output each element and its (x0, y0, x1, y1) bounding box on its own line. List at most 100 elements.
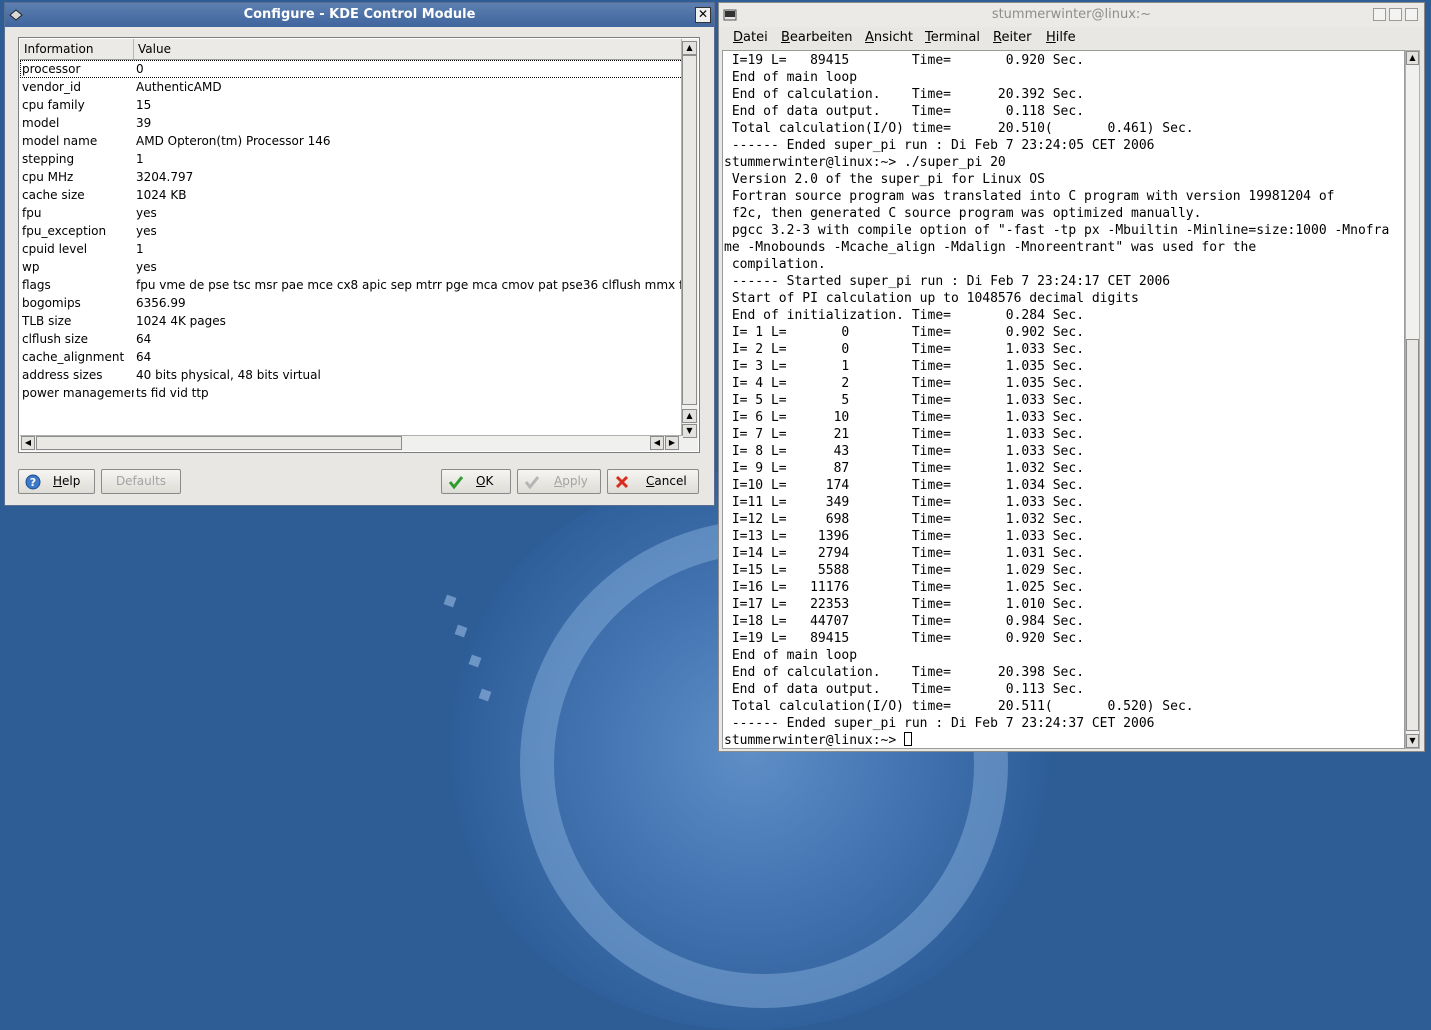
row-information-cell: power managemen (22, 386, 134, 400)
vertical-scroll-thumb[interactable] (682, 55, 697, 405)
table-row[interactable]: model name AMD Opteron(tm) Processor 146 (20, 132, 683, 150)
table-row[interactable]: vendor_id AuthenticAMD (20, 78, 683, 96)
menu-bearbeiten[interactable]: Bearbeiten (781, 27, 852, 49)
scroll-up-arrow-icon[interactable]: ▲ (682, 409, 697, 423)
terminal-line: me -Mnobounds -Mcache_align -Mdalign -Mn… (724, 240, 1257, 255)
terminal-scrollbar[interactable]: ▲ ▼ (1405, 50, 1420, 749)
maximize-icon[interactable] (1389, 8, 1402, 21)
konsole-menubar: Datei Bearbeiten Ansicht Terminal Reiter… (719, 27, 1424, 49)
cancel-button[interactable]: Cancel (607, 469, 699, 494)
help-button[interactable]: ? Help (18, 469, 95, 494)
terminal-line: I=12 L= 698 Time= 1.032 Sec. (724, 512, 1085, 527)
column-header-value[interactable]: Value (134, 39, 683, 59)
scroll-left-arrow-icon[interactable]: ◀ (21, 436, 35, 450)
defaults-button-label: Defaults (115, 474, 167, 488)
desktop-dot (454, 624, 468, 638)
terminal-line: End of calculation. Time= 20.392 Sec. (724, 87, 1085, 102)
table-row[interactable]: model 39 (20, 114, 683, 132)
terminal-line: stummerwinter@linux:~> ./super_pi 20 (724, 155, 1006, 170)
menu-reiter[interactable]: Reiter (993, 27, 1032, 49)
row-information-cell: cache size (22, 188, 85, 202)
kcm-titlebar[interactable]: Configure - KDE Control Module ✕ (5, 3, 714, 27)
ok-button-label: OK (476, 474, 494, 488)
close-icon[interactable] (1405, 8, 1418, 21)
scroll-left-arrow-icon[interactable]: ◀ (650, 436, 664, 450)
row-value-cell: fpu vme de pse tsc msr pae mce cx8 apic … (136, 278, 681, 292)
table-row[interactable]: address sizes 40 bits physical, 48 bits v… (20, 366, 683, 384)
close-icon[interactable]: ✕ (695, 7, 711, 23)
table-row[interactable]: fpu yes (20, 204, 683, 222)
terminal-line: I=19 L= 89415 Time= 0.920 Sec. (724, 631, 1085, 646)
kcm-dialog: Configure - KDE Control Module ✕ Informa… (4, 2, 715, 506)
horizontal-scrollbar[interactable]: ◀ ◀ ▶ (20, 435, 683, 451)
row-value-cell: AuthenticAMD (136, 80, 222, 94)
row-value-cell: 0 (136, 62, 144, 76)
scroll-right-arrow-icon[interactable]: ▶ (665, 436, 679, 450)
terminal-line: I= 6 L= 10 Time= 1.033 Sec. (724, 410, 1085, 425)
help-button-label: Help (53, 474, 81, 488)
row-information-cell: clflush size (22, 332, 89, 346)
terminal-line: f2c, then generated C source program was… (724, 206, 1202, 221)
table-row[interactable]: cache size 1024 KB (20, 186, 683, 204)
terminal-line: Total calculation(I/O) time= 20.510( 0.4… (724, 121, 1194, 136)
menu-hilfe[interactable]: Hilfe (1046, 27, 1076, 49)
horizontal-scroll-thumb[interactable] (36, 436, 402, 450)
ok-button[interactable]: OK (441, 469, 511, 494)
konsole-titlebar[interactable]: stummerwinter@linux:~ (719, 3, 1424, 27)
terminal-line: I= 2 L= 0 Time= 1.033 Sec. (724, 342, 1085, 357)
scroll-down-arrow-icon[interactable]: ▼ (1406, 734, 1419, 748)
row-information-cell: model (22, 116, 60, 130)
table-row[interactable]: clflush size 64 (20, 330, 683, 348)
table-row[interactable]: bogomips 6356.99 (20, 294, 683, 312)
row-value-cell: ts fid vid ttp (136, 386, 209, 400)
table-row[interactable]: wp yes (20, 258, 683, 276)
row-information-cell: vendor_id (22, 80, 81, 94)
table-row[interactable]: stepping 1 (20, 150, 683, 168)
info-listview[interactable]: Information Value processor 0 vendor_id Aut… (18, 37, 700, 453)
terminal-icon[interactable] (723, 8, 737, 22)
listview-rows: processor 0 vendor_id AuthenticAMD cpu famil… (20, 60, 683, 435)
scroll-up-arrow-icon[interactable]: ▲ (1406, 51, 1419, 65)
minimize-icon[interactable] (1373, 8, 1386, 21)
scroll-down-arrow-icon[interactable]: ▼ (682, 424, 697, 438)
terminal-line: I=17 L= 22353 Time= 1.010 Sec. (724, 597, 1085, 612)
table-row[interactable]: TLB size 1024 4K pages (20, 312, 683, 330)
table-row[interactable]: cpu MHz 3204.797 (20, 168, 683, 186)
row-information-cell: TLB size (22, 314, 72, 328)
menu-terminal[interactable]: Terminal (925, 27, 980, 49)
terminal-line: I=11 L= 349 Time= 1.033 Sec. (724, 495, 1085, 510)
terminal-line: End of calculation. Time= 20.398 Sec. (724, 665, 1085, 680)
scroll-up-arrow-icon[interactable]: ▲ (682, 41, 697, 55)
table-row[interactable]: fpu_exception yes (20, 222, 683, 240)
row-value-cell: 39 (136, 116, 152, 130)
row-information-cell: processor (22, 62, 81, 76)
menu-datei[interactable]: Datei (733, 27, 768, 49)
defaults-button[interactable]: Defaults (101, 469, 181, 494)
terminal-line: Fortran source program was translated in… (724, 189, 1335, 204)
terminal-prompt-line[interactable]: stummerwinter@linux:~> (724, 732, 1389, 748)
terminal-line: Version 2.0 of the super_pi for Linux OS (724, 172, 1045, 187)
terminal-line: I= 4 L= 2 Time= 1.035 Sec. (724, 376, 1085, 391)
column-header-information[interactable]: Information (20, 39, 134, 59)
apply-button[interactable]: Apply (517, 469, 601, 494)
table-row[interactable]: cpu family 15 (20, 96, 683, 114)
konsole-window: stummerwinter@linux:~ Datei Bearbeiten A… (718, 2, 1425, 752)
menu-ansicht[interactable]: Ansicht (865, 27, 913, 49)
row-information-cell: bogomips (22, 296, 81, 310)
terminal-output[interactable]: I=19 L= 89415 Time= 0.920 Sec. End of ma… (722, 50, 1405, 749)
table-row[interactable]: cpuid level 1 (20, 240, 683, 258)
table-row[interactable]: power managemen ts fid vid ttp (20, 384, 683, 402)
table-row[interactable]: flags fpu vme de pse tsc msr pae mce cx8 … (20, 276, 683, 294)
terminal-line: ------ Ended super_pi run : Di Feb 7 23:… (724, 138, 1155, 153)
vertical-scrollbar[interactable]: ▲ ▲ ▼ (681, 39, 698, 451)
svg-text:?: ? (30, 476, 36, 489)
table-row[interactable]: cache_alignment 64 (20, 348, 683, 366)
table-row[interactable]: processor 0 (20, 60, 683, 78)
window-menu-icon[interactable] (8, 7, 24, 23)
row-value-cell: AMD Opteron(tm) Processor 146 (136, 134, 331, 148)
terminal-line: I=16 L= 11176 Time= 1.025 Sec. (724, 580, 1085, 595)
terminal-scroll-thumb[interactable] (1406, 339, 1419, 731)
cancel-x-icon (615, 475, 629, 489)
terminal-line: I= 9 L= 87 Time= 1.032 Sec. (724, 461, 1085, 476)
row-value-cell: 3204.797 (136, 170, 194, 184)
